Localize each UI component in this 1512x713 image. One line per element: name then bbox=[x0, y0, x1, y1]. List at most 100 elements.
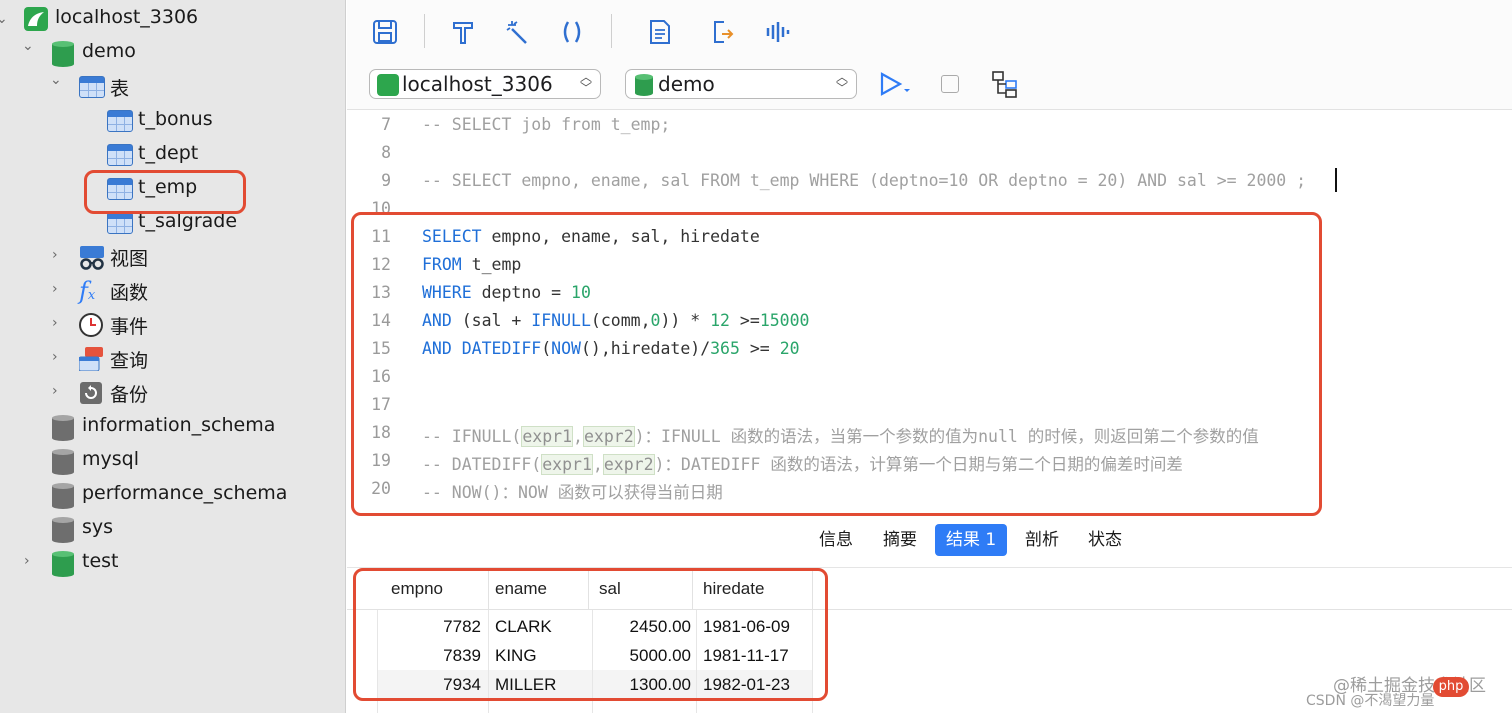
database-icon bbox=[52, 415, 74, 441]
chevron-updown-icon: ︿ ﹀ bbox=[835, 70, 848, 95]
tree-diagram-icon bbox=[992, 71, 1017, 98]
database-icon bbox=[52, 41, 74, 67]
database-select-value: demo bbox=[658, 72, 715, 96]
chevron-right-icon[interactable]: › bbox=[52, 383, 58, 399]
table-label: t_dept bbox=[138, 142, 199, 164]
magic-wand-icon bbox=[506, 21, 527, 44]
code-wizard-button[interactable] bbox=[499, 14, 535, 50]
query-toolbar: localhost_3306 ︿ ﹀ demo ︿ ﹀ bbox=[347, 0, 1512, 110]
format-icon bbox=[453, 22, 473, 44]
function-icon: fx bbox=[79, 277, 96, 305]
tree-item-events[interactable]: › 事件 bbox=[0, 308, 345, 342]
clock-icon bbox=[79, 313, 103, 342]
connection-select-value: localhost_3306 bbox=[402, 72, 553, 96]
parentheses-icon bbox=[563, 21, 581, 43]
tree-item-tables-group[interactable]: ⌄ 表 bbox=[0, 70, 345, 104]
line-number: 8 bbox=[381, 143, 391, 162]
connection-label: localhost_3306 bbox=[55, 6, 199, 28]
code-line: -- SELECT empno, ename, sal FROM t_emp W… bbox=[422, 171, 1307, 190]
highlight-box-query bbox=[351, 212, 1322, 516]
save-icon bbox=[373, 20, 397, 44]
tree-item-database[interactable]: performance_schema bbox=[0, 478, 345, 512]
chevron-right-icon[interactable]: › bbox=[52, 247, 58, 263]
tree-item-database-test[interactable]: › test bbox=[0, 546, 345, 580]
play-icon bbox=[880, 72, 910, 96]
tables-folder-icon bbox=[79, 76, 105, 98]
line-number: 7 bbox=[381, 115, 391, 134]
database-icon bbox=[52, 483, 74, 509]
mysql-connection-icon bbox=[24, 7, 48, 31]
sql-editor[interactable]: 7 8 9 10 11 12 13 14 15 16 17 18 19 20 -… bbox=[347, 110, 1512, 518]
waveform-icon bbox=[766, 22, 790, 42]
views-icon bbox=[79, 245, 105, 276]
table-icon bbox=[107, 110, 133, 132]
export-button[interactable] bbox=[705, 14, 741, 50]
tree-item-database[interactable]: sys bbox=[0, 512, 345, 546]
backup-icon bbox=[79, 381, 103, 410]
tree-item-table[interactable]: t_bonus bbox=[0, 104, 345, 138]
chevron-right-icon[interactable]: › bbox=[52, 349, 58, 365]
tree-item-backups[interactable]: › 备份 bbox=[0, 376, 345, 410]
tab-info[interactable]: 信息 bbox=[808, 524, 864, 556]
database-label: sys bbox=[82, 516, 114, 538]
save-button[interactable] bbox=[367, 14, 403, 50]
tree-item-demo[interactable]: ⌄ demo bbox=[0, 36, 345, 70]
database-label: information_schema bbox=[82, 414, 276, 436]
navicat-window: { "sidebar": { "connection": "localhost_… bbox=[0, 0, 1512, 713]
database-label: performance_schema bbox=[82, 482, 288, 504]
explain-button[interactable] bbox=[760, 14, 796, 50]
chevron-down-icon[interactable]: ⌄ bbox=[0, 11, 8, 27]
database-label: test bbox=[82, 550, 119, 572]
connection-select[interactable]: localhost_3306 ︿ ﹀ bbox=[369, 69, 601, 99]
table-label: t_bonus bbox=[138, 108, 213, 130]
export-icon bbox=[714, 21, 734, 43]
tree-item-functions[interactable]: › fx 函数 bbox=[0, 274, 345, 308]
query-icon bbox=[78, 347, 105, 376]
tab-status[interactable]: 状态 bbox=[1077, 524, 1133, 556]
stop-button[interactable] bbox=[932, 66, 968, 102]
document-icon bbox=[650, 20, 670, 44]
group-label: 备份 bbox=[110, 384, 149, 406]
chevron-right-icon[interactable]: › bbox=[24, 553, 30, 569]
chevron-right-icon[interactable]: › bbox=[52, 281, 58, 297]
table-icon bbox=[107, 144, 133, 166]
object-navigator: ⌄ localhost_3306 ⌄ demo ⌄ 表 t_bonus t_de… bbox=[0, 0, 346, 713]
group-label: 函数 bbox=[110, 282, 149, 304]
highlight-box-t-emp bbox=[84, 170, 246, 214]
chevron-right-icon[interactable]: › bbox=[52, 315, 58, 331]
tab-result-1[interactable]: 结果 1 bbox=[935, 524, 1008, 556]
text-button[interactable] bbox=[642, 14, 678, 50]
tab-profile[interactable]: 剖析 bbox=[1014, 524, 1070, 556]
database-icon bbox=[52, 449, 74, 475]
tree-item-views[interactable]: › 视图 bbox=[0, 240, 345, 276]
tree-item-queries[interactable]: › 查询 bbox=[0, 342, 345, 376]
tree-item-table[interactable]: t_dept bbox=[0, 138, 345, 172]
database-icon bbox=[635, 74, 653, 96]
text-cursor bbox=[1335, 168, 1337, 192]
line-number: 9 bbox=[381, 171, 391, 190]
chevron-down-icon[interactable]: ⌄ bbox=[22, 38, 34, 54]
database-label: demo bbox=[82, 40, 136, 62]
group-label: 查询 bbox=[110, 350, 149, 372]
database-icon bbox=[52, 551, 74, 577]
tree-item-database[interactable]: mysql bbox=[0, 444, 345, 478]
tree-item-database[interactable]: information_schema bbox=[0, 410, 345, 444]
database-icon bbox=[52, 517, 74, 543]
database-label: mysql bbox=[82, 448, 139, 470]
watermark-php: php bbox=[1433, 677, 1469, 697]
tab-summary[interactable]: 摘要 bbox=[872, 524, 928, 556]
mysql-connection-icon bbox=[377, 74, 399, 96]
run-button[interactable] bbox=[875, 66, 911, 102]
watermark-csdn: CSDN @不渴望力量 bbox=[1306, 693, 1435, 709]
stop-icon bbox=[941, 75, 959, 93]
toolbar-separator bbox=[424, 14, 425, 48]
highlight-box-results bbox=[353, 568, 828, 701]
explain-plan-button[interactable] bbox=[987, 66, 1023, 102]
toolbar-separator bbox=[611, 14, 612, 48]
tables-group-label: 表 bbox=[110, 78, 130, 100]
code-snippet-button[interactable] bbox=[554, 14, 590, 50]
chevron-down-icon[interactable]: ⌄ bbox=[50, 72, 62, 88]
beautify-button[interactable] bbox=[445, 14, 481, 50]
database-select[interactable]: demo ︿ ﹀ bbox=[625, 69, 857, 99]
tree-item-connection[interactable]: ⌄ localhost_3306 bbox=[0, 2, 345, 36]
